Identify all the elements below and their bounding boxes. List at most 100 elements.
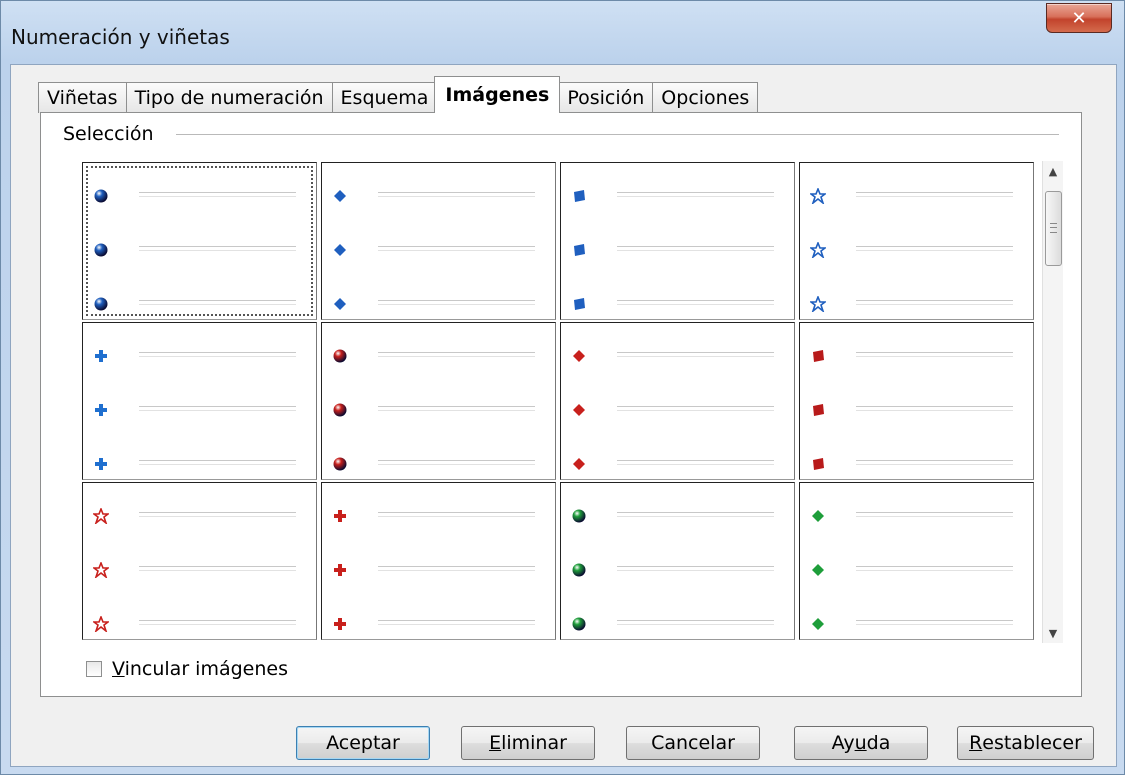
bullet-preview-row [800,613,1033,633]
accept-button[interactable]: Aceptar [296,726,430,760]
bullet-preview-row [800,293,1033,314]
green-diamond-icon [810,507,826,523]
window-title: Numeración y viñetas [11,25,230,49]
preview-text-line [617,570,774,571]
preview-text-line [856,196,1013,197]
preview-text-line [378,250,535,251]
preview-text-line [139,566,296,567]
link-images-label[interactable]: Vincular imágenes [112,658,288,680]
bullet-preview-row [322,345,555,365]
bullet-preview-row [83,399,316,419]
bullet-preview-row [322,613,555,633]
preview-text-line [856,410,1013,411]
preview-text-line [378,300,535,301]
bullet-preview-row [800,239,1033,260]
tab-tipo-de-numeracion[interactable]: Tipo de numeración [125,82,333,113]
link-images-option[interactable]: Vincular imágenes [86,658,288,680]
link-images-checkbox[interactable] [86,661,102,677]
preview-text-line [139,250,296,251]
red-square-icon [810,347,826,363]
blue-diamond-icon [332,295,348,311]
preview-text-line [617,352,774,353]
bullet-option-red-cross[interactable] [321,482,556,640]
preview-text-line [378,570,535,571]
tab-vinetas[interactable]: Viñetas [38,82,127,113]
blue-star-icon [808,294,828,314]
scroll-thumb[interactable] [1045,191,1062,266]
green-sphere-icon [571,561,587,577]
bullet-option-red-square[interactable] [799,322,1034,480]
preview-text-line [617,410,774,411]
bullet-option-red-star[interactable] [82,482,317,640]
bullet-preview-row [800,399,1033,419]
red-sphere-icon [332,455,348,471]
scroll-down-arrow-icon[interactable]: ▼ [1043,623,1063,643]
tab-posicion[interactable]: Posición [558,82,654,113]
reset-button[interactable]: Restablecer [957,726,1094,760]
bullet-preview-row [561,239,794,259]
help-button[interactable]: Ay u da [794,726,928,760]
preview-text-line [856,304,1013,305]
preview-text-line [617,624,774,625]
bullet-preview-row [83,505,316,526]
green-diamond-icon [810,615,826,631]
tab-esquema[interactable]: Esquema [331,82,438,113]
preview-text-line [139,352,296,353]
red-square-icon [810,455,826,471]
bullet-option-blue-square[interactable] [560,162,795,320]
red-sphere-icon [332,401,348,417]
bullet-preview-row [561,293,794,313]
close-button[interactable]: ✕ [1046,3,1112,33]
grid-scrollbar[interactable]: ▲ ▼ [1042,161,1063,643]
bullet-option-red-diamond[interactable] [560,322,795,480]
bullet-preview-row [561,505,794,525]
red-sphere-icon [332,347,348,363]
preview-text-line [139,406,296,407]
preview-text-line [139,620,296,621]
cancel-button[interactable]: Cancelar [626,726,760,760]
bullet-option-red-sphere[interactable] [321,322,556,480]
preview-text-line [139,300,296,301]
grip-icon [1050,223,1057,233]
bullet-preview-row [800,345,1033,365]
blue-cross-icon [93,455,109,471]
preview-text-line [378,464,535,465]
tab-bar: Viñetas Tipo de numeración Esquema Imáge… [38,75,759,113]
preview-text-line [856,566,1013,567]
bullet-preview-row [83,613,316,634]
bullet-option-blue-sphere[interactable] [82,162,317,320]
close-icon: ✕ [1071,7,1087,29]
preview-text-line [139,464,296,465]
blue-diamond-icon [332,241,348,257]
selection-group-label: Selección [63,123,162,145]
bullet-preview-row [800,559,1033,579]
bullet-preview-row [322,399,555,419]
bullet-option-green-diamond[interactable] [799,482,1034,640]
delete-button[interactable]: Eliminar [461,726,595,760]
preview-text-line [856,406,1013,407]
blue-sphere-icon [93,187,109,203]
preview-text-line [856,464,1013,465]
preview-text-line [856,246,1013,247]
preview-text-line [856,460,1013,461]
preview-text-line [617,464,774,465]
red-diamond-icon [571,401,587,417]
bullet-option-green-sphere[interactable] [560,482,795,640]
preview-text-line [139,192,296,193]
green-sphere-icon [571,615,587,631]
tab-opciones[interactable]: Opciones [652,82,759,113]
tab-imagenes[interactable]: Imágenes [434,76,561,113]
preview-text-line [378,624,535,625]
preview-text-line [378,516,535,517]
blue-star-icon [808,186,828,206]
bullet-preview-row [322,293,555,313]
bullet-option-blue-star[interactable] [799,162,1034,320]
preview-text-line [856,624,1013,625]
bullet-option-blue-cross[interactable] [82,322,317,480]
bullet-option-blue-diamond[interactable] [321,162,556,320]
scroll-up-arrow-icon[interactable]: ▲ [1043,161,1063,181]
preview-text-line [617,460,774,461]
bullet-preview-row [800,185,1033,206]
blue-square-icon [571,295,587,311]
title-bar: Numeración y viñetas ✕ [1,1,1124,65]
